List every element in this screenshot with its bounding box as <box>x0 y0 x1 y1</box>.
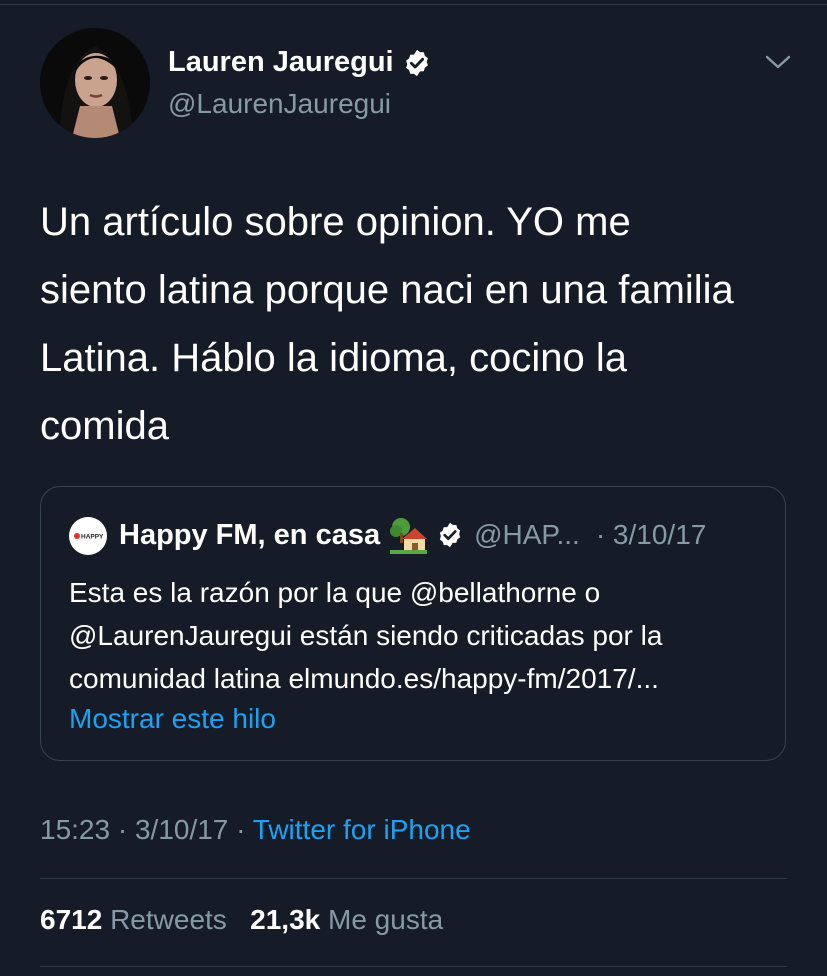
tweet-line: Latina. Háblo la idioma, cocino la <box>40 336 628 380</box>
quoted-name: Happy FM, en casa <box>119 518 381 551</box>
tweet-stats: 6712 Retweets 21,3k Me gusta <box>40 904 443 936</box>
quoted-avatar[interactable]: HAPPY <box>69 517 107 555</box>
divider <box>40 878 787 879</box>
retweets-count[interactable]: 6712 <box>40 904 102 935</box>
house-with-garden-icon <box>390 518 428 554</box>
verified-badge-icon <box>405 49 428 76</box>
tweet-line: siento latina porque naci en una familia <box>40 268 734 312</box>
top-divider <box>0 4 827 5</box>
quoted-tweet-card[interactable]: HAPPY Happy FM, en casa @HAP... · 3/10/1… <box>40 486 786 761</box>
quoted-line: @LaurenJauregui están siendo criticadas … <box>69 620 663 651</box>
tweet-meta: 15:23 · 3/10/17 · Twitter for iPhone <box>40 814 471 846</box>
quoted-verified-badge-icon <box>439 522 461 548</box>
quoted-handle: @HAP... <box>474 519 580 550</box>
author-name[interactable]: Lauren Jauregui <box>168 46 394 79</box>
tweet-line: Un artículo sobre opinion. YO me <box>40 200 631 244</box>
quoted-text: Esta es la razón por la que @bellathorne… <box>69 571 769 700</box>
likes-label[interactable]: Me gusta <box>328 904 443 935</box>
retweets-label[interactable]: Retweets <box>110 904 227 935</box>
quoted-line: comunidad latina elmundo.es/happy-fm/201… <box>69 663 659 694</box>
quoted-avatar-text: HAPPY <box>81 534 104 541</box>
quoted-date: · 3/10/17 <box>595 519 707 550</box>
quoted-header: Happy FM, en casa @HAP... · 3/10/17 <box>119 515 706 555</box>
likes-count[interactable]: 21,3k <box>250 904 320 935</box>
tweet-time: 15:23 <box>40 814 111 845</box>
quoted-line: Esta es la razón por la que @bellathorne… <box>69 577 601 608</box>
show-thread-link[interactable]: Mostrar este hilo <box>69 703 276 735</box>
author-name-row[interactable]: Lauren Jauregui <box>168 46 432 79</box>
tweet-date: · 3/10/17 · <box>117 814 246 845</box>
author-avatar[interactable] <box>40 28 150 138</box>
tweet-text: Un artículo sobre opinion. YO me siento … <box>40 188 800 460</box>
tweet-source-link[interactable]: Twitter for iPhone <box>253 814 471 845</box>
tweet-line: comida <box>40 404 169 448</box>
author-handle[interactable]: @LaurenJauregui <box>168 88 391 120</box>
chevron-down-icon[interactable] <box>764 52 792 72</box>
divider <box>40 966 787 967</box>
